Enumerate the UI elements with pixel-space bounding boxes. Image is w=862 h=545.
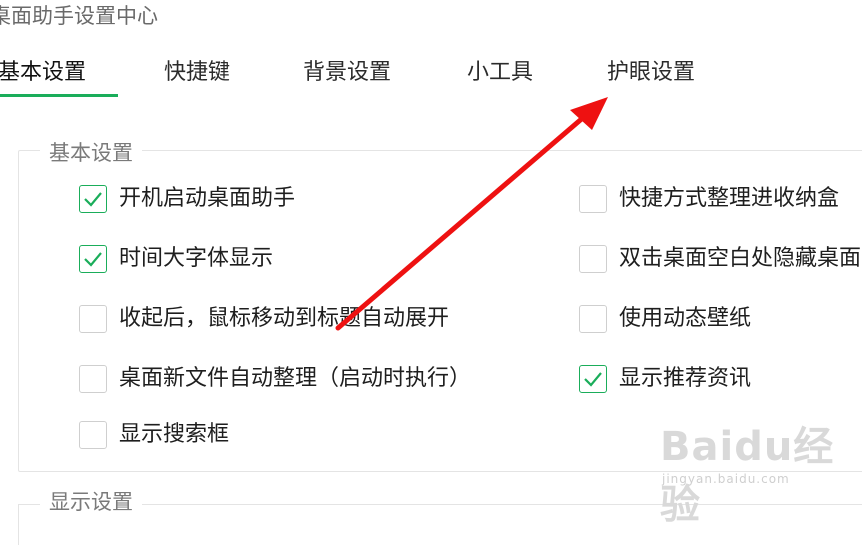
check-icon xyxy=(84,252,102,267)
tab-widgets[interactable]: 小工具 xyxy=(467,54,533,86)
option-label: 使用动态壁纸 xyxy=(619,306,752,331)
basic-settings-legend: 基本设置 xyxy=(40,137,142,167)
checkbox-unchecked[interactable] xyxy=(79,305,107,333)
option-label: 桌面新文件自动整理（启动时执行） xyxy=(119,366,472,391)
option-label: 收起后，鼠标移动到标题自动展开 xyxy=(119,306,450,331)
tab-bar: 基本设置 快捷键 背景设置 小工具 护眼设置 xyxy=(0,54,862,98)
display-settings-group xyxy=(18,504,862,545)
tab-hotkeys[interactable]: 快捷键 xyxy=(164,54,230,86)
option-label: 显示推荐资讯 xyxy=(619,366,752,391)
checkbox-checked[interactable] xyxy=(79,185,107,213)
option-label: 快捷方式整理进收纳盒 xyxy=(619,186,840,211)
tab-eye-care-settings[interactable]: 护眼设置 xyxy=(607,54,695,86)
checkbox-checked[interactable] xyxy=(79,245,107,273)
checkbox-unchecked[interactable] xyxy=(79,421,107,449)
option-label: 开机启动桌面助手 xyxy=(119,186,296,211)
active-tab-indicator xyxy=(0,94,118,97)
display-settings-legend: 显示设置 xyxy=(40,486,142,516)
option-label: 时间大字体显示 xyxy=(119,246,274,271)
window-title: 桌面助手设置中心 xyxy=(0,4,158,28)
watermark-url: jingyan.baidu.com xyxy=(662,472,790,486)
checkbox-unchecked[interactable] xyxy=(579,245,607,273)
option-label: 双击桌面空白处隐藏桌面 xyxy=(619,246,862,271)
tab-basic-settings[interactable]: 基本设置 xyxy=(0,54,86,86)
check-icon xyxy=(84,192,102,207)
tab-background-settings[interactable]: 背景设置 xyxy=(303,54,391,86)
checkbox-unchecked[interactable] xyxy=(579,305,607,333)
checkbox-unchecked[interactable] xyxy=(79,365,107,393)
checkbox-unchecked[interactable] xyxy=(579,185,607,213)
check-icon xyxy=(584,372,602,387)
checkbox-checked[interactable] xyxy=(579,365,607,393)
option-label: 显示搜索框 xyxy=(119,422,230,447)
